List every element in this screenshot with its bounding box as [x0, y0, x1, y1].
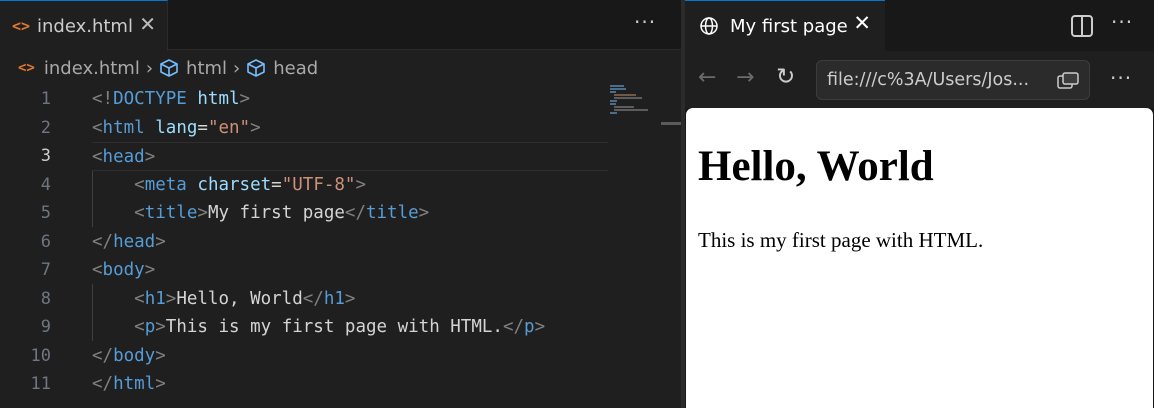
line-number-gutter: 1 2 3 4 5 6 7 8 9 10 11	[0, 85, 70, 399]
url-text[interactable]: file:///c%3A/Users/Jos...	[827, 70, 1047, 90]
refresh-icon[interactable]: ↻	[776, 64, 795, 90]
breadcrumb: <> index.html › html › head	[0, 51, 681, 85]
globe-icon	[700, 17, 718, 35]
code-line[interactable]: <title>My first page</title>	[92, 199, 604, 228]
open-in-browser-icon[interactable]	[1057, 72, 1079, 90]
more-actions-icon[interactable]: ···	[634, 10, 656, 34]
code-line-current[interactable]: <head>	[92, 142, 608, 171]
line-number: 11	[30, 374, 51, 394]
tab-index-html[interactable]: <> index.html ✕	[0, 0, 168, 51]
code-line[interactable]: <html lang="en">	[92, 114, 604, 143]
more-actions-icon[interactable]: ···	[1111, 10, 1133, 34]
scrollbar-slider[interactable]	[661, 122, 681, 125]
line-number: 9	[40, 317, 51, 337]
line-number: 1	[40, 89, 51, 109]
line-number: 7	[40, 260, 51, 280]
code-editor[interactable]: <> index.html ✕ ··· <> index.html › html…	[0, 0, 681, 408]
code-line[interactable]: <meta charset="UTF-8">	[92, 171, 604, 200]
line-number: 5	[40, 203, 51, 223]
tab-my-first-page[interactable]: My first page ✕	[685, 0, 885, 51]
line-number-active: 3	[40, 146, 51, 166]
forward-arrow-icon[interactable]: →	[736, 65, 754, 90]
chevron-right-icon: ›	[233, 57, 241, 79]
code-area[interactable]: <!DOCTYPE html> <html lang="en"> <head> …	[92, 85, 608, 399]
code-line[interactable]: <body>	[92, 256, 604, 285]
html-file-icon: <>	[18, 60, 35, 76]
breadcrumb-item-html[interactable]: html	[186, 58, 227, 79]
minimap[interactable]	[610, 85, 660, 115]
tab-label: index.html	[37, 15, 133, 37]
breadcrumb-item-file[interactable]: index.html	[44, 58, 140, 79]
page-heading: Hello, World	[698, 143, 934, 190]
symbol-element-icon	[247, 59, 266, 77]
symbol-element-icon	[160, 59, 178, 77]
browser-nav-bar: ← → ↻ file:///c%3A/Users/Jos... ···	[685, 51, 1154, 108]
line-number: 2	[40, 117, 51, 138]
page-viewport[interactable]: Hello, World This is my first page with …	[686, 108, 1153, 408]
line-number: 4	[40, 174, 51, 195]
html-file-icon: <>	[12, 17, 31, 35]
line-number: 8	[40, 288, 51, 309]
code-line[interactable]: </body>	[92, 342, 604, 371]
code-line[interactable]: <h1>Hello, World</h1>	[92, 285, 604, 314]
breadcrumb-item-head[interactable]: head	[273, 58, 318, 79]
url-bar[interactable]: file:///c%3A/Users/Jos...	[816, 60, 1090, 100]
back-arrow-icon[interactable]: ←	[698, 65, 716, 90]
line-number: 10	[30, 345, 51, 366]
close-icon[interactable]: ✕	[853, 11, 871, 35]
browser-preview: My first page ✕ ··· ← → ↻ file:///c%3A/U…	[685, 0, 1154, 408]
tab-label: My first page	[730, 15, 848, 37]
close-icon[interactable]: ✕	[139, 12, 156, 36]
split-editor-icon[interactable]	[1071, 15, 1093, 37]
editor-tab-bar: <> index.html ✕ ···	[0, 0, 681, 51]
code-line[interactable]: </head>	[92, 228, 604, 257]
chevron-right-icon: ›	[145, 57, 154, 79]
more-actions-icon[interactable]: ···	[1110, 66, 1132, 90]
code-line[interactable]: <p>This is my first page with HTML.</p>	[92, 313, 604, 342]
code-line[interactable]: </html>	[92, 370, 604, 399]
page-paragraph: This is my first page with HTML.	[698, 228, 984, 252]
code-line[interactable]: <!DOCTYPE html>	[92, 85, 604, 114]
line-number: 6	[40, 231, 51, 252]
